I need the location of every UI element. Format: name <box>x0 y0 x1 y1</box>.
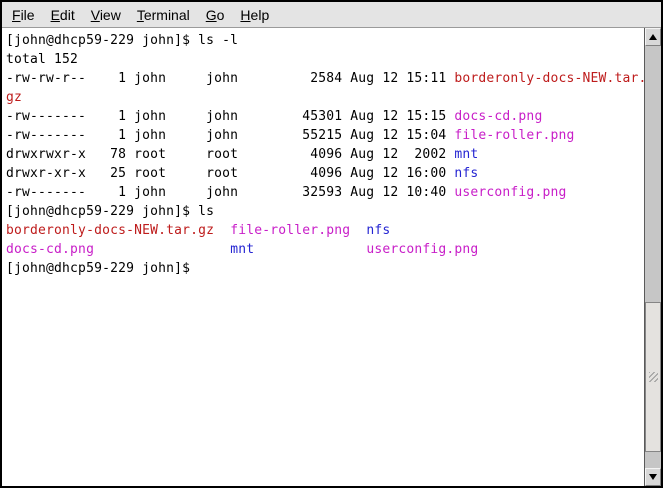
menu-edit[interactable]: Edit <box>43 4 83 26</box>
menu-view[interactable]: View <box>83 4 129 26</box>
terminal-text-segment: file-roller.png <box>230 223 350 238</box>
terminal-text-segment: mnt <box>230 242 254 257</box>
scroll-up-button[interactable] <box>645 28 661 46</box>
terminal-text-segment: -rw------- 1 john john 45301 Aug 12 15:1… <box>6 109 454 124</box>
scrollbar-thumb[interactable] <box>645 302 661 452</box>
menu-mnemonic: E <box>51 7 60 23</box>
main-area: [john@dhcp59-229 john]$ ls -l total 152 … <box>2 28 661 486</box>
terminal-text-segment <box>254 242 366 257</box>
terminal-text-segment: docs-cd.png <box>454 109 542 124</box>
terminal-text-segment: userconfig.png <box>454 185 566 200</box>
terminal-window: FileEditViewTerminalGoHelp [john@dhcp59-… <box>0 0 663 488</box>
terminal-text-segment: -rw-rw-r-- 1 john john 2584 Aug 12 15:11 <box>6 71 454 86</box>
terminal-text-segment: drwxrwxr-x 78 root root 4096 Aug 12 2002 <box>6 147 454 162</box>
menu-file[interactable]: File <box>4 4 43 26</box>
terminal-text-segment: borderonly-docs-NEW.tar.gz <box>6 223 214 238</box>
terminal-text-segment <box>214 223 230 238</box>
arrow-up-icon <box>649 34 657 40</box>
terminal-text-segment: borderonly-docs-NEW.tar. <box>454 71 645 86</box>
menu-mnemonic: T <box>137 7 144 23</box>
arrow-down-icon <box>649 474 657 480</box>
menu-help[interactable]: Help <box>232 4 277 26</box>
terminal-text-segment: -rw------- 1 john john 32593 Aug 12 10:4… <box>6 185 454 200</box>
scrollbar[interactable] <box>645 28 661 486</box>
terminal-text-segment: file-roller.png <box>454 128 574 143</box>
scroll-down-button[interactable] <box>645 468 661 486</box>
terminal-text-segment: userconfig.png <box>366 242 478 257</box>
terminal-text-segment <box>350 223 366 238</box>
scrollbar-grip-icon <box>649 372 658 382</box>
menu-mnemonic: G <box>206 7 217 23</box>
terminal-text-segment: nfs <box>366 223 390 238</box>
menu-mnemonic: H <box>240 7 250 23</box>
terminal-text-segment: -rw------- 1 john john 55215 Aug 12 15:0… <box>6 128 454 143</box>
menu-go[interactable]: Go <box>198 4 233 26</box>
terminal-text-segment <box>94 242 230 257</box>
terminal-output: [john@dhcp59-229 john]$ ls -l total 152 … <box>2 28 644 278</box>
terminal-text-segment: [john@dhcp59-229 john]$ ls <box>6 204 214 219</box>
scrollbar-trough[interactable] <box>645 46 661 468</box>
menu-mnemonic: V <box>91 7 100 23</box>
terminal-text-segment: [john@dhcp59-229 john]$ <box>6 261 198 276</box>
menu-terminal[interactable]: Terminal <box>129 4 198 26</box>
menu-bar: FileEditViewTerminalGoHelp <box>2 2 661 28</box>
menu-mnemonic: F <box>12 7 21 23</box>
terminal-text-segment: total 152 <box>6 52 78 67</box>
terminal-view[interactable]: [john@dhcp59-229 john]$ ls -l total 152 … <box>2 28 645 486</box>
terminal-text-segment: drwxr-xr-x 25 root root 4096 Aug 12 16:0… <box>6 166 454 181</box>
terminal-text-segment: gz <box>6 90 22 105</box>
terminal-text-segment: nfs <box>454 166 478 181</box>
terminal-text-segment: docs-cd.png <box>6 242 94 257</box>
terminal-text-segment: [john@dhcp59-229 john]$ ls -l <box>6 33 238 48</box>
terminal-text-segment: mnt <box>454 147 478 162</box>
